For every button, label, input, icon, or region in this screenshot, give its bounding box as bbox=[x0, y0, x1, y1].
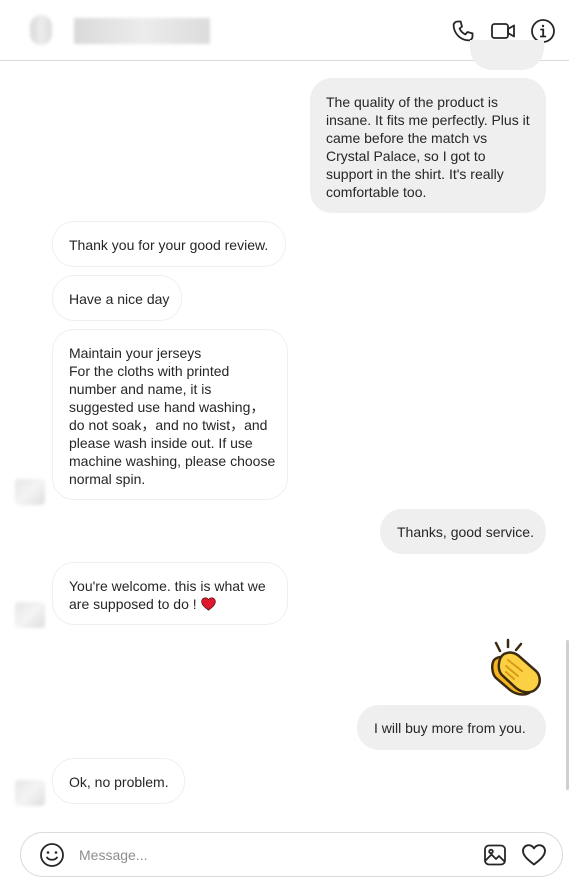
message-bubble-outgoing[interactable]: The quality of the product is insane. It… bbox=[310, 78, 546, 213]
heart-icon[interactable] bbox=[521, 842, 547, 868]
message-composer bbox=[20, 832, 563, 877]
message-text: You're welcome. this is what we are supp… bbox=[69, 578, 266, 612]
contact-avatar[interactable] bbox=[30, 15, 52, 45]
message-text: Have a nice day bbox=[69, 291, 170, 307]
sender-avatar[interactable] bbox=[15, 780, 45, 806]
message-text: Thank you for your good review. bbox=[69, 237, 269, 253]
clapping-hands-emoji[interactable] bbox=[484, 638, 544, 698]
message-text: Ok, no problem. bbox=[69, 774, 169, 790]
message-bubble-incoming[interactable]: Ok, no problem. bbox=[52, 758, 185, 804]
message-bubble-outgoing[interactable]: I will buy more from you. bbox=[357, 705, 546, 750]
message-bubble-incoming[interactable]: You're welcome. this is what we are supp… bbox=[52, 562, 288, 625]
image-icon[interactable] bbox=[482, 842, 508, 868]
message-input[interactable] bbox=[79, 844, 459, 866]
message-text: Maintain your jerseys For the cloths wit… bbox=[69, 345, 276, 487]
smiley-icon[interactable] bbox=[39, 842, 65, 868]
sender-avatar[interactable] bbox=[15, 479, 45, 505]
message-text: The quality of the product is insane. It… bbox=[326, 94, 530, 200]
message-bubble-incoming[interactable]: Have a nice day bbox=[52, 275, 182, 321]
previous-message-bubble[interactable] bbox=[470, 40, 544, 70]
contact-name-redacted[interactable] bbox=[74, 18, 210, 44]
message-text: Thanks, good service. bbox=[397, 524, 534, 540]
message-bubble-incoming[interactable]: Maintain your jerseys For the cloths wit… bbox=[52, 329, 288, 500]
sender-avatar[interactable] bbox=[15, 602, 45, 628]
message-bubble-outgoing[interactable]: Thanks, good service. bbox=[380, 509, 546, 554]
red-heart-icon bbox=[200, 597, 216, 615]
message-text: I will buy more from you. bbox=[374, 720, 526, 736]
message-bubble-incoming[interactable]: Thank you for your good review. bbox=[52, 221, 286, 267]
